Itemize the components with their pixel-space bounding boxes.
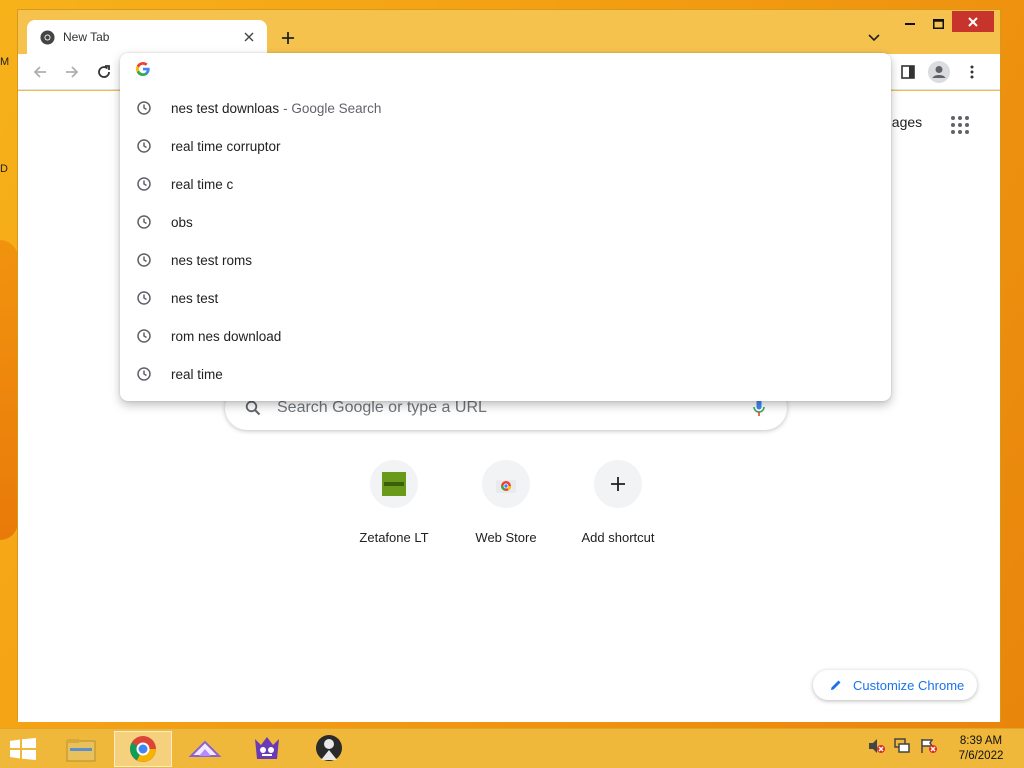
close-window-button[interactable] [952, 11, 994, 32]
profile-avatar-icon[interactable] [927, 60, 951, 84]
shortcut-add[interactable]: Add shortcut [562, 460, 674, 545]
app-figure-icon[interactable] [300, 731, 358, 767]
windows-start-icon[interactable] [8, 737, 38, 761]
shortcut-web-store[interactable]: Web Store [450, 460, 562, 545]
suggestion-text: obs [171, 214, 193, 230]
maximize-button[interactable] [924, 14, 952, 34]
close-tab-icon[interactable] [241, 29, 257, 45]
omnibox-input[interactable] [162, 63, 762, 79]
omnibox-dropdown: nes test downloas - Google Search real t… [120, 53, 891, 401]
suggestion-text: rom nes download [171, 328, 282, 344]
suggestion-text: real time c [171, 176, 234, 192]
desktop-icon-label[interactable]: D [0, 163, 14, 175]
chrome-icon[interactable] [114, 731, 172, 767]
file-explorer-icon[interactable] [52, 731, 110, 767]
history-clock-icon [136, 100, 152, 116]
system-tray [868, 737, 938, 755]
suggestion-item[interactable]: real time corruptor [120, 127, 891, 165]
search-icon [243, 398, 263, 418]
suggestion-text: nes test [171, 290, 219, 306]
history-clock-icon [136, 176, 152, 192]
suggestion-item[interactable]: nes test roms [120, 241, 891, 279]
shortcut-label: Add shortcut [581, 530, 655, 545]
suggestion-text: nes test roms [171, 252, 253, 268]
history-clock-icon [136, 214, 152, 230]
minimize-button[interactable] [896, 14, 924, 34]
suggestion-text: real time [171, 366, 223, 382]
suggestion-item[interactable]: real time c [120, 165, 891, 203]
side-panel-icon[interactable] [896, 60, 920, 84]
desktop-wallpaper-shape [0, 240, 18, 540]
title-bar: New Tab [18, 10, 1000, 54]
tab-new-tab[interactable]: New Tab [27, 20, 267, 54]
app-triangle-icon[interactable] [176, 731, 234, 767]
shortcut-zetafone[interactable]: Zetafone LT [338, 460, 450, 545]
history-clock-icon [136, 328, 152, 344]
customize-label: Customize Chrome [853, 677, 965, 693]
zetafone-icon [370, 460, 418, 508]
network-icon[interactable] [894, 737, 912, 755]
customize-chrome-button[interactable]: Customize Chrome [813, 670, 977, 700]
suggestion-suffix: - Google Search [283, 100, 382, 116]
taskbar-clock[interactable]: 8:39 AM 7/6/2022 [950, 734, 1012, 764]
suggestion-item[interactable]: nes test downloas - Google Search [120, 89, 891, 127]
forward-arrow-icon[interactable] [60, 60, 84, 84]
microphone-icon[interactable] [749, 398, 769, 418]
suggestion-list: nes test downloas - Google Search real t… [120, 89, 891, 393]
app-creature-icon[interactable] [238, 731, 296, 767]
google-apps-icon[interactable] [948, 113, 972, 137]
suggestion-item[interactable]: rom nes download [120, 317, 891, 355]
shortcut-label: Zetafone LT [359, 530, 429, 545]
pencil-icon [831, 680, 841, 690]
history-clock-icon [136, 290, 152, 306]
plus-icon [594, 460, 642, 508]
history-clock-icon [136, 366, 152, 382]
suggestion-item[interactable]: real time [120, 355, 891, 393]
history-clock-icon [136, 252, 152, 268]
tab-title: New Tab [63, 30, 110, 44]
suggestion-item[interactable]: nes test [120, 279, 891, 317]
taskbar: 8:39 AM 7/6/2022 [0, 728, 1024, 768]
chrome-icon [39, 29, 55, 45]
back-arrow-icon[interactable] [28, 60, 52, 84]
speaker-muted-icon[interactable] [868, 737, 886, 755]
menu-kebab-icon[interactable] [960, 60, 984, 84]
suggestion-text: real time corruptor [171, 138, 281, 154]
suggestion-text: nes test downloas [171, 100, 280, 116]
suggestion-item[interactable]: obs [120, 203, 891, 241]
google-g-icon [136, 61, 150, 81]
reload-icon[interactable] [92, 60, 116, 84]
history-clock-icon [136, 138, 152, 154]
desktop-icon-label[interactable]: M [0, 56, 14, 76]
ntp-search-input[interactable] [277, 399, 749, 417]
new-tab-button[interactable] [276, 26, 300, 50]
webstore-icon [482, 460, 530, 508]
clock-time: 8:39 AM [959, 735, 1003, 747]
omnibox[interactable] [120, 53, 891, 89]
clock-date: 7/6/2022 [958, 750, 1004, 762]
shortcut-label: Web Store [475, 530, 537, 545]
action-center-flag-icon[interactable] [920, 737, 938, 755]
tab-search-chevron-icon[interactable] [862, 26, 886, 50]
